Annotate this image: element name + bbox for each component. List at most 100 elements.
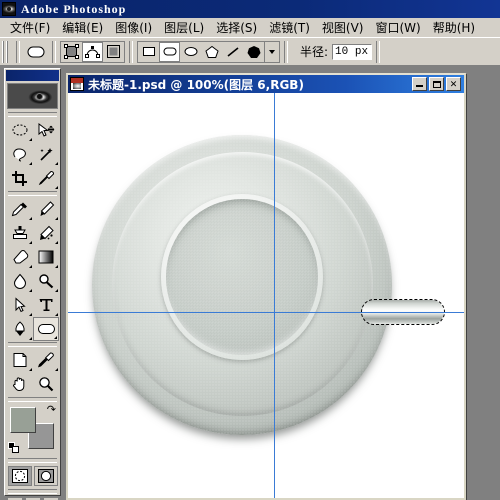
flyout-triangle-icon bbox=[55, 186, 58, 189]
flyout-triangle-icon bbox=[29, 162, 32, 165]
flyout-triangle-icon bbox=[29, 289, 32, 292]
options-separator-2 bbox=[52, 40, 56, 63]
menu-item-image[interactable]: 图像(I) bbox=[109, 18, 158, 37]
crop-tool[interactable] bbox=[7, 166, 33, 190]
shape-layers-button[interactable] bbox=[61, 41, 82, 62]
history-brush-tool[interactable] bbox=[33, 221, 59, 245]
radius-label: 半径: bbox=[300, 45, 329, 59]
psd-document-icon bbox=[70, 77, 84, 91]
workspace: ↷ 未标题-1.psd @ 100%(图层 6,RGB) ✕ bbox=[0, 66, 500, 500]
menu-item-filter[interactable]: 滤镜(T) bbox=[263, 18, 316, 37]
tool-options-bar: 半径: bbox=[0, 37, 500, 66]
flyout-triangle-icon bbox=[55, 313, 58, 316]
rounded-rectangle-tool-button[interactable] bbox=[159, 41, 180, 62]
menu-item-window[interactable]: 窗口(W) bbox=[369, 18, 426, 37]
image-canvas[interactable] bbox=[68, 93, 464, 498]
toolbox-tool-grid-3 bbox=[7, 348, 58, 396]
marquee-tool[interactable] bbox=[7, 118, 33, 142]
options-separator-4 bbox=[284, 40, 288, 63]
plate-well bbox=[165, 198, 319, 356]
document-window: 未标题-1.psd @ 100%(图层 6,RGB) ✕ bbox=[66, 73, 466, 500]
dodge-tool[interactable] bbox=[33, 269, 59, 293]
options-separator-3 bbox=[129, 40, 133, 63]
rounded-rectangle-tool-icon[interactable] bbox=[24, 41, 48, 63]
photoshop-eye-banner-icon bbox=[7, 83, 58, 109]
move-tool[interactable] bbox=[33, 118, 59, 142]
plate-rim bbox=[111, 151, 373, 416]
toolbox-divider-4 bbox=[8, 397, 57, 402]
clone-stamp-tool[interactable] bbox=[7, 221, 33, 245]
toolbox-tool-grid-1 bbox=[7, 118, 58, 190]
polygon-tool-button[interactable] bbox=[201, 41, 222, 62]
eraser-tool[interactable] bbox=[7, 245, 33, 269]
toolbox-titlebar[interactable] bbox=[6, 70, 59, 81]
flyout-triangle-icon bbox=[55, 289, 58, 292]
options-bar-grip[interactable] bbox=[2, 40, 9, 63]
ellipse-tool-button[interactable] bbox=[180, 41, 201, 62]
flyout-triangle-icon bbox=[29, 337, 32, 340]
quick-mask-mode-button[interactable] bbox=[33, 466, 58, 486]
vertical-guide[interactable] bbox=[274, 93, 275, 498]
application-titlebar: Adobe Photoshop bbox=[0, 0, 500, 18]
close-icon: ✕ bbox=[449, 78, 458, 89]
radius-input[interactable] bbox=[332, 43, 373, 60]
type-tool[interactable] bbox=[33, 293, 59, 317]
menu-item-edit[interactable]: 编辑(E) bbox=[56, 18, 109, 37]
lasso-tool[interactable] bbox=[7, 142, 33, 166]
flyout-triangle-icon bbox=[54, 336, 57, 339]
chevron-down-icon[interactable] bbox=[264, 41, 279, 62]
minimize-button[interactable] bbox=[412, 77, 427, 91]
menu-item-layer[interactable]: 图层(L) bbox=[158, 18, 210, 37]
foreground-color-swatch[interactable] bbox=[10, 407, 36, 433]
minimize-icon bbox=[416, 85, 423, 87]
menu-item-view[interactable]: 视图(V) bbox=[316, 18, 370, 37]
document-titlebar[interactable]: 未标题-1.psd @ 100%(图层 6,RGB) ✕ bbox=[68, 75, 464, 93]
menu-item-file[interactable]: 文件(F) bbox=[4, 18, 56, 37]
horizontal-guide[interactable] bbox=[68, 312, 464, 313]
eyedropper-tool[interactable] bbox=[33, 166, 59, 190]
shape-tool-button-group bbox=[137, 40, 280, 63]
notes-tool[interactable] bbox=[7, 348, 33, 372]
rectangle-tool-button[interactable] bbox=[138, 41, 159, 62]
paths-button[interactable] bbox=[82, 41, 103, 62]
eyedropper-tool-2[interactable] bbox=[33, 348, 59, 372]
flyout-triangle-icon bbox=[55, 368, 58, 371]
toolbox-divider-5 bbox=[8, 458, 57, 463]
swap-colors-icon[interactable]: ↷ bbox=[47, 405, 56, 416]
zoom-tool[interactable] bbox=[33, 372, 59, 396]
photoshop-eye-icon bbox=[2, 2, 16, 16]
magic-wand-tool[interactable] bbox=[33, 142, 59, 166]
menu-item-select[interactable]: 选择(S) bbox=[210, 18, 263, 37]
standard-mode-button[interactable] bbox=[7, 466, 32, 486]
gradient-tool[interactable] bbox=[33, 245, 59, 269]
color-swatch-block: ↷ bbox=[8, 405, 57, 457]
line-tool-button[interactable] bbox=[222, 41, 243, 62]
toolbox-divider-3 bbox=[8, 342, 57, 347]
menubar: 文件(F) 编辑(E) 图像(I) 图层(L) 选择(S) 滤镜(T) 视图(V… bbox=[0, 18, 500, 37]
flyout-triangle-icon bbox=[55, 217, 58, 220]
menu-item-help[interactable]: 帮助(H) bbox=[427, 18, 481, 37]
healing-brush-tool[interactable] bbox=[7, 197, 33, 221]
close-button[interactable]: ✕ bbox=[446, 77, 461, 91]
toolbox-divider-2 bbox=[8, 191, 57, 196]
pen-tool[interactable] bbox=[7, 317, 33, 341]
toolbox-divider-6 bbox=[8, 489, 57, 494]
application-title: Adobe Photoshop bbox=[21, 1, 127, 16]
maximize-button[interactable] bbox=[429, 77, 444, 91]
document-canvas-area[interactable] bbox=[68, 93, 464, 498]
flyout-triangle-icon bbox=[55, 241, 58, 244]
rounded-rectangle-shape-tool[interactable] bbox=[33, 317, 59, 341]
options-separator-1 bbox=[16, 40, 20, 63]
default-colors-icon[interactable] bbox=[8, 442, 19, 453]
hand-tool[interactable] bbox=[7, 372, 33, 396]
flyout-triangle-icon bbox=[29, 313, 32, 316]
flyout-triangle-icon bbox=[29, 368, 32, 371]
custom-shape-tool-button[interactable] bbox=[243, 41, 264, 62]
ceramic-plate-render bbox=[92, 135, 392, 435]
paintbrush-tool[interactable] bbox=[33, 197, 59, 221]
fill-pixels-button[interactable] bbox=[103, 41, 124, 62]
draw-mode-button-group bbox=[60, 40, 125, 63]
path-selection-tool[interactable] bbox=[7, 293, 33, 317]
toolbox-divider-1 bbox=[8, 112, 57, 117]
blur-tool[interactable] bbox=[7, 269, 33, 293]
